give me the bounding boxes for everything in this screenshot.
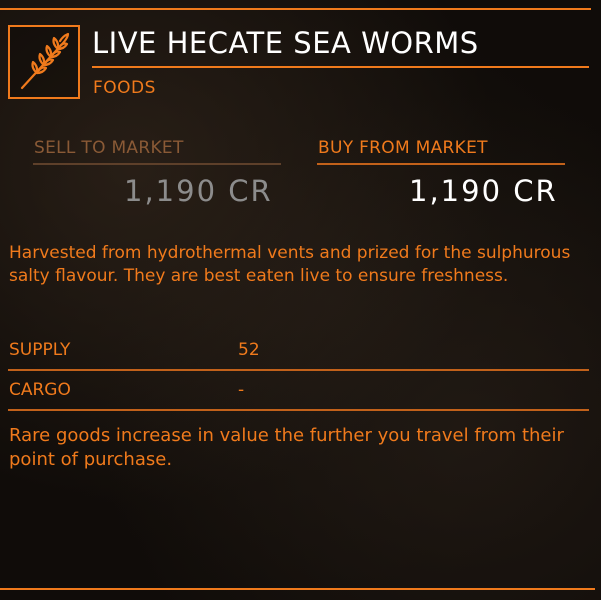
sell-tab-underline [33,163,281,165]
commodity-title: LIVE HECATE SEA WORMS [92,26,479,60]
panel-bottom-border [0,588,595,590]
cargo-row-divider [8,409,589,411]
supply-value: 52 [238,340,260,360]
commodity-category: FOODS [93,78,156,98]
sell-price: 1,190 CR [124,174,273,208]
wheat-icon [20,32,70,90]
buy-tab-underline [317,163,565,165]
supply-row-divider [8,369,589,371]
cargo-value: - [238,380,245,400]
title-divider [92,66,589,68]
cargo-label: CARGO [9,380,71,400]
panel-top-border [0,8,591,10]
commodity-detail-panel: LIVE HECATE SEA WORMS FOODS SELL TO MARK… [0,0,601,600]
rare-goods-note: Rare goods increase in value the further… [9,425,564,470]
buy-price: 1,190 CR [409,174,558,208]
buy-from-market-tab[interactable]: BUY FROM MARKET [318,138,488,158]
sell-to-market-tab[interactable]: SELL TO MARKET [34,138,184,158]
supply-label: SUPPLY [9,340,71,360]
commodity-icon-frame [8,25,80,99]
commodity-description: Harvested from hydrothermal vents and pr… [9,243,571,286]
